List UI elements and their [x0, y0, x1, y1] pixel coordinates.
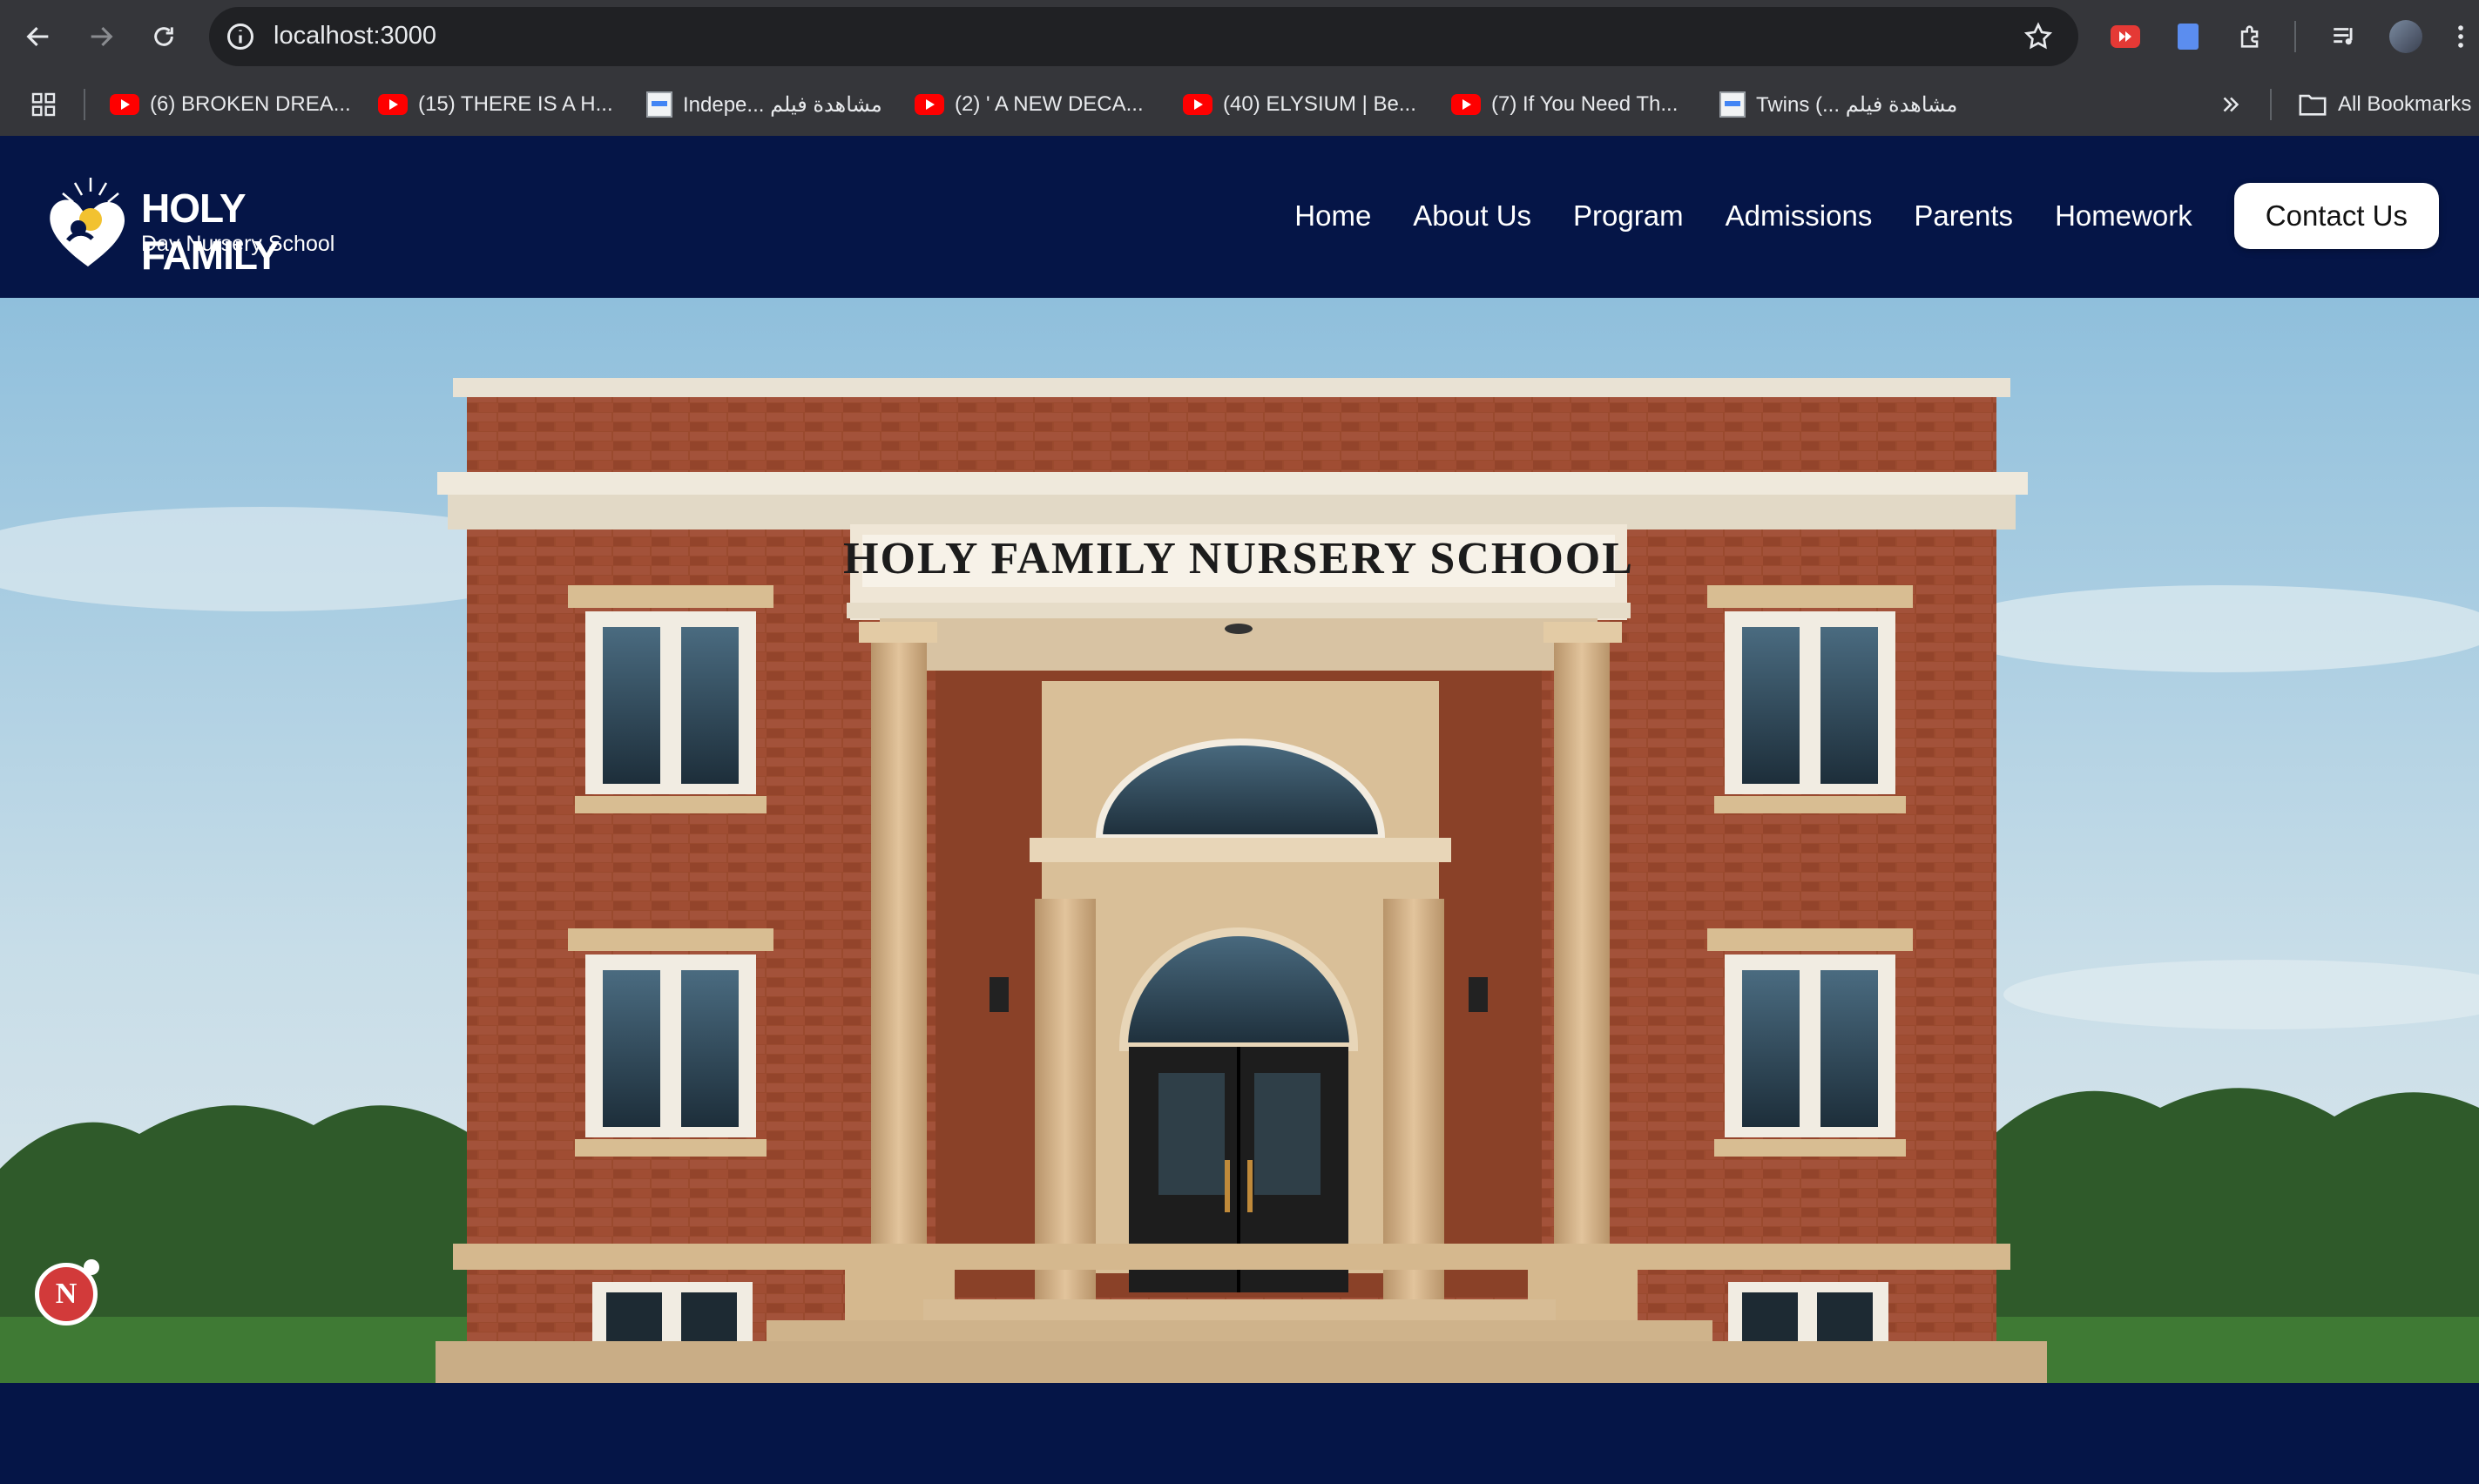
arrow-right-icon: [91, 26, 113, 47]
browser-toolbar: localhost:3000: [0, 0, 2479, 73]
reload-button[interactable]: [145, 17, 183, 56]
forward-button[interactable]: [82, 17, 120, 56]
bookmark-item[interactable]: (7) If You Need Th...: [1451, 89, 1678, 120]
youtube-icon: [378, 94, 408, 115]
bookmarks-bar: (6) BROKEN DREA... (15) THERE IS A H... …: [0, 73, 2479, 136]
hero-image: HOLY FAMILY NURSERY SCHOOL: [0, 298, 2479, 1383]
bookmark-label: (7) If You Need Th...: [1491, 92, 1679, 116]
site-icon: [646, 91, 672, 118]
youtube-icon: [110, 94, 139, 115]
bookmark-item[interactable]: Twins (... مشاهدة فيلم: [1719, 89, 1957, 120]
docs-extension-icon[interactable]: [2171, 19, 2205, 54]
bookmark-label: Indepe... مشاهدة فيلم: [683, 92, 882, 117]
youtube-icon: [1451, 94, 1481, 115]
more-bookmarks-chevron-icon[interactable]: [2218, 89, 2244, 120]
url-text[interactable]: localhost:3000: [274, 22, 436, 51]
bookmarks-divider: [2270, 89, 2272, 120]
bookmark-label: (15) THERE IS A H...: [418, 92, 613, 116]
nav-program[interactable]: Program: [1573, 199, 1684, 233]
site-logo[interactable]: HOLY FAMILY Day Nursery School: [40, 171, 336, 278]
toolbar-divider: [2294, 21, 2296, 52]
site-header: HOLY FAMILY Day Nursery School Home Abou…: [0, 136, 2479, 298]
school-building-illustration: HOLY FAMILY NURSERY SCHOOL: [0, 298, 2479, 1383]
address-bar[interactable]: localhost:3000: [209, 7, 2078, 66]
folder-icon: [2299, 94, 2327, 116]
apps-grid-icon[interactable]: [30, 89, 57, 120]
nav-homework[interactable]: Homework: [2055, 199, 2192, 233]
site-info-icon[interactable]: [225, 21, 256, 52]
bookmark-label: (40) ELYSIUM | Be...: [1223, 92, 1416, 116]
bookmark-item[interactable]: (2) ' A NEW DECA...: [915, 89, 1144, 120]
profile-avatar[interactable]: [2388, 19, 2423, 54]
bookmark-label: Twins (... مشاهدة فيلم: [1756, 92, 1958, 117]
nav-admissions[interactable]: Admissions: [1726, 199, 1873, 233]
heart-logo-icon: [50, 178, 125, 266]
contact-us-button[interactable]: Contact Us: [2233, 183, 2439, 249]
logo-subtitle: Day Nursery School: [141, 232, 335, 256]
youtube-extension-icon[interactable]: [2108, 19, 2143, 54]
reload-icon: [154, 27, 173, 46]
extensions-puzzle-icon[interactable]: [2233, 19, 2268, 54]
bookmarks-divider: [84, 89, 85, 120]
bookmark-item[interactable]: (6) BROKEN DREA...: [110, 89, 351, 120]
main-nav: Home About Us Program Admissions Parents…: [1294, 183, 2439, 249]
all-bookmarks-label: All Bookmarks: [2338, 92, 2472, 116]
browser-menu-icon[interactable]: [2448, 19, 2474, 54]
footer-strip: [0, 1383, 2479, 1484]
dev-badge-letter: N: [55, 1278, 78, 1310]
bookmark-item[interactable]: Indepe... مشاهدة فيلم: [646, 89, 882, 120]
nav-about-us[interactable]: About Us: [1413, 199, 1531, 233]
back-button[interactable]: [19, 17, 57, 56]
bookmark-item[interactable]: (15) THERE IS A H...: [378, 89, 613, 120]
arrow-left-icon: [26, 26, 49, 47]
media-control-icon[interactable]: [2327, 19, 2362, 54]
all-bookmarks-folder[interactable]: All Bookmarks: [2298, 89, 2471, 120]
building-sign: HOLY FAMILY NURSERY SCHOOL: [843, 534, 1634, 583]
bookmark-item[interactable]: (40) ELYSIUM | Be...: [1183, 89, 1416, 120]
youtube-icon: [915, 94, 944, 115]
nav-parents[interactable]: Parents: [1914, 199, 2013, 233]
website-page: HOLY FAMILY Day Nursery School Home Abou…: [0, 136, 2479, 1484]
site-icon: [1719, 91, 1746, 118]
nav-home[interactable]: Home: [1294, 199, 1371, 233]
browser-chrome: localhost:3000 (6) BROKEN DREA... (15) T…: [0, 0, 2479, 136]
bookmark-star-icon[interactable]: [2023, 21, 2054, 52]
bookmark-label: (2) ' A NEW DECA...: [955, 92, 1144, 116]
bookmark-label: (6) BROKEN DREA...: [150, 92, 351, 116]
dev-badge-indicator-dot: [84, 1259, 99, 1275]
youtube-icon: [1183, 94, 1212, 115]
